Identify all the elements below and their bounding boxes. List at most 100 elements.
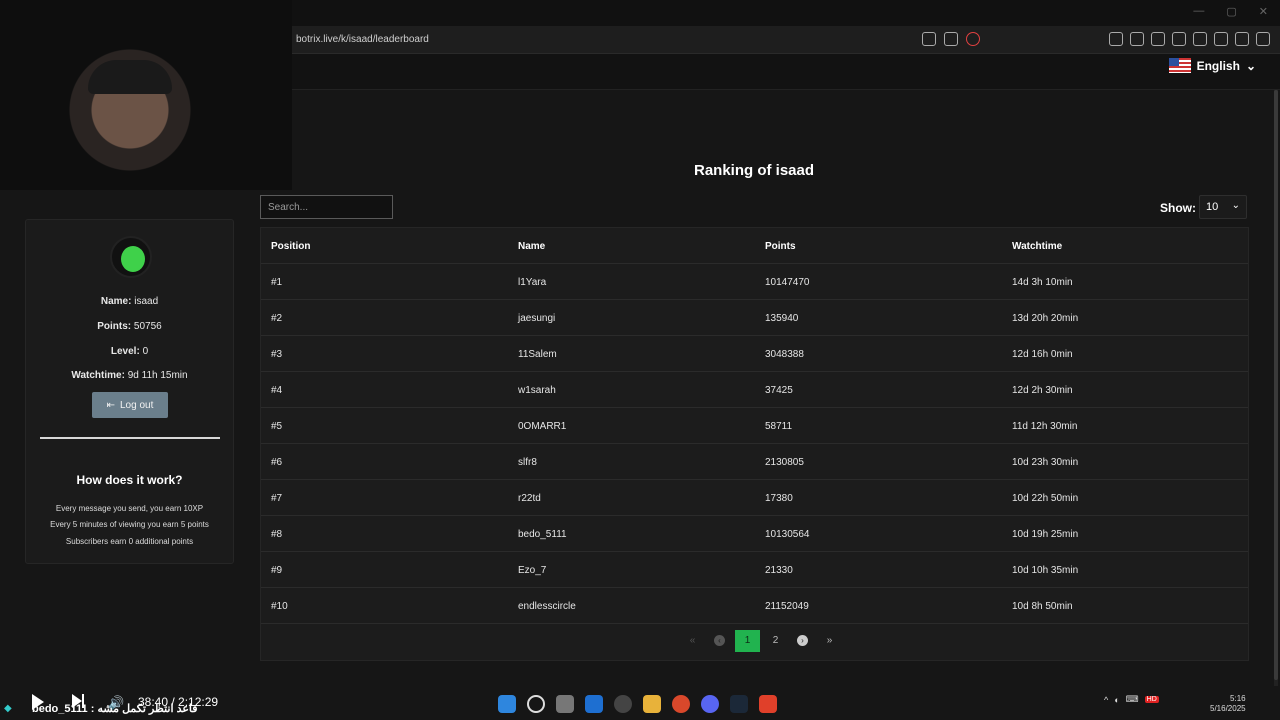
- row-points: 37425: [765, 385, 793, 396]
- windows-start-icon[interactable]: [498, 695, 516, 713]
- chatgpt-icon[interactable]: [614, 695, 632, 713]
- system-tray: ^ ◐ ⌨ HD: [1104, 694, 1159, 705]
- address-bar[interactable]: botrix.live/k/isaad/leaderboard: [296, 34, 429, 45]
- table-row: #1 l1Yara 10147470 14d 3h 10min: [261, 264, 1248, 300]
- row-points: 135940: [765, 313, 799, 324]
- store-icon[interactable]: [585, 695, 603, 713]
- chat-message: bedo_5111 : قاعد انتظر تكمل مشه: [32, 703, 198, 715]
- next-page-button[interactable]: ›: [789, 630, 816, 652]
- chrome-icon[interactable]: [672, 695, 690, 713]
- column-header[interactable]: Position: [271, 241, 310, 252]
- divider: [40, 437, 220, 439]
- table-row: #8 bedo_5111 10130564 10d 19h 25min: [261, 516, 1248, 552]
- row-name: endlesscircle: [518, 601, 576, 612]
- hd-badge: HD: [1144, 696, 1159, 703]
- media-icon[interactable]: [1151, 32, 1165, 46]
- keyboard-icon[interactable]: ⌨: [1126, 694, 1139, 705]
- reader-icon[interactable]: [1130, 32, 1144, 46]
- first-page-button[interactable]: «: [679, 630, 706, 652]
- chevron-down-icon: ⌄: [1245, 58, 1256, 73]
- name-value: isaad: [134, 296, 159, 307]
- table-row: #4 w1sarah 37425 12d 2h 30min: [261, 372, 1248, 408]
- how-line: Subscribers earn 0 additional points: [65, 537, 194, 546]
- row-position: #9: [271, 565, 283, 576]
- column-header[interactable]: Points: [765, 241, 796, 252]
- discord-icon[interactable]: [701, 695, 719, 713]
- maximize-icon[interactable]: ▢: [1226, 5, 1236, 18]
- wallet-icon[interactable]: [1193, 32, 1207, 46]
- vpn-icon[interactable]: [1235, 32, 1249, 46]
- how-it-works-title: How does it work?: [76, 473, 183, 487]
- points-label: Points:: [97, 321, 132, 332]
- browser-extension-icons: [1109, 32, 1270, 46]
- table-header: Position Name Points Watchtime: [261, 228, 1248, 264]
- row-points: 21330: [765, 565, 793, 576]
- shield-icon[interactable]: [944, 32, 958, 46]
- table-row: #7 r22td 17380 10d 22h 50min: [261, 480, 1248, 516]
- page-button-1[interactable]: 1: [735, 630, 760, 652]
- row-position: #8: [271, 529, 283, 540]
- address-bar-icons: [922, 32, 980, 46]
- language-label: English: [1196, 58, 1240, 73]
- row-name: w1sarah: [518, 385, 556, 396]
- table-row: #5 0OMARR1 58711 11d 12h 30min: [261, 408, 1248, 444]
- row-points: 2130805: [765, 457, 804, 468]
- profile-card: Name: isaad Points: 50756 Level: 0 Watch…: [25, 219, 234, 564]
- chevron-down-icon: ⌄: [1231, 200, 1240, 211]
- watchtime-value: 9d 11h 15min: [127, 370, 188, 381]
- minimize-icon[interactable]: —: [1193, 5, 1204, 18]
- profile-name: Name: isaad: [26, 296, 233, 307]
- table-row: #3 11Salem 3048388 12d 16h 0min: [261, 336, 1248, 372]
- column-header[interactable]: Name: [518, 241, 545, 252]
- share-icon[interactable]: [922, 32, 936, 46]
- profile-points: Points: 50756: [26, 321, 233, 332]
- task-view-icon[interactable]: [556, 695, 574, 713]
- row-points: 10130564: [765, 529, 810, 540]
- system-clock[interactable]: 5:16 5/16/2025: [1210, 694, 1246, 714]
- name-label: Name:: [100, 296, 132, 307]
- page-scrollbar[interactable]: [1274, 90, 1278, 686]
- show-label: Show:: [1160, 201, 1196, 215]
- page-button-2[interactable]: 2: [762, 630, 789, 652]
- toggle-icon[interactable]: ◐: [1114, 695, 1119, 705]
- steam-icon[interactable]: [730, 695, 748, 713]
- table-row: #9 Ezo_7 21330 10d 10h 35min: [261, 552, 1248, 588]
- row-name: jaesungi: [518, 313, 556, 324]
- sign-out-icon: ⇤: [106, 399, 115, 411]
- row-name: slfr8: [518, 457, 537, 468]
- brave-icon[interactable]: [759, 695, 777, 713]
- search-input[interactable]: [260, 195, 393, 219]
- table-row: #2 jaesungi 135940 13d 20h 20min: [261, 300, 1248, 336]
- table-row: #10 endlesscircle 21152049 10d 8h 50min: [261, 588, 1248, 624]
- page-size-select[interactable]: 10 ⌄: [1199, 195, 1247, 219]
- row-position: #10: [271, 601, 288, 612]
- row-watchtime: 13d 20h 20min: [1012, 313, 1079, 324]
- brave-rewards-icon[interactable]: [966, 32, 980, 46]
- extensions-icon[interactable]: [1109, 32, 1123, 46]
- chevron-up-icon[interactable]: ^: [1104, 695, 1108, 705]
- profile-watchtime: Watchtime: 9d 11h 15min: [26, 370, 233, 381]
- row-points: 21152049: [765, 601, 809, 612]
- file-explorer-icon[interactable]: [643, 695, 661, 713]
- prev-page-button[interactable]: ‹: [706, 630, 733, 652]
- column-header[interactable]: Watchtime: [1012, 241, 1062, 252]
- row-position: #5: [271, 421, 283, 432]
- row-name: bedo_5111: [518, 529, 567, 540]
- menu-icon[interactable]: [1256, 32, 1270, 46]
- logout-button[interactable]: ⇤ Log out: [92, 392, 168, 418]
- language-selector[interactable]: English ⌄: [1168, 58, 1256, 73]
- profile-level: Level: 0: [26, 346, 233, 357]
- row-position: #4: [271, 385, 283, 396]
- leo-ai-icon[interactable]: [1214, 32, 1228, 46]
- watchtime-label: Watchtime:: [71, 370, 125, 381]
- row-name: 0OMARR1: [518, 421, 567, 432]
- row-watchtime: 10d 23h 30min: [1012, 457, 1079, 468]
- close-icon[interactable]: ✕: [1259, 5, 1268, 18]
- search-icon[interactable]: [527, 695, 545, 713]
- level-label: Level:: [110, 346, 140, 357]
- window-controls: — ▢ ✕: [1193, 5, 1268, 18]
- clock-time: 5:16: [1230, 694, 1246, 703]
- taskbar: [498, 695, 777, 713]
- sidebar-icon[interactable]: [1172, 32, 1186, 46]
- last-page-button[interactable]: »: [816, 630, 843, 652]
